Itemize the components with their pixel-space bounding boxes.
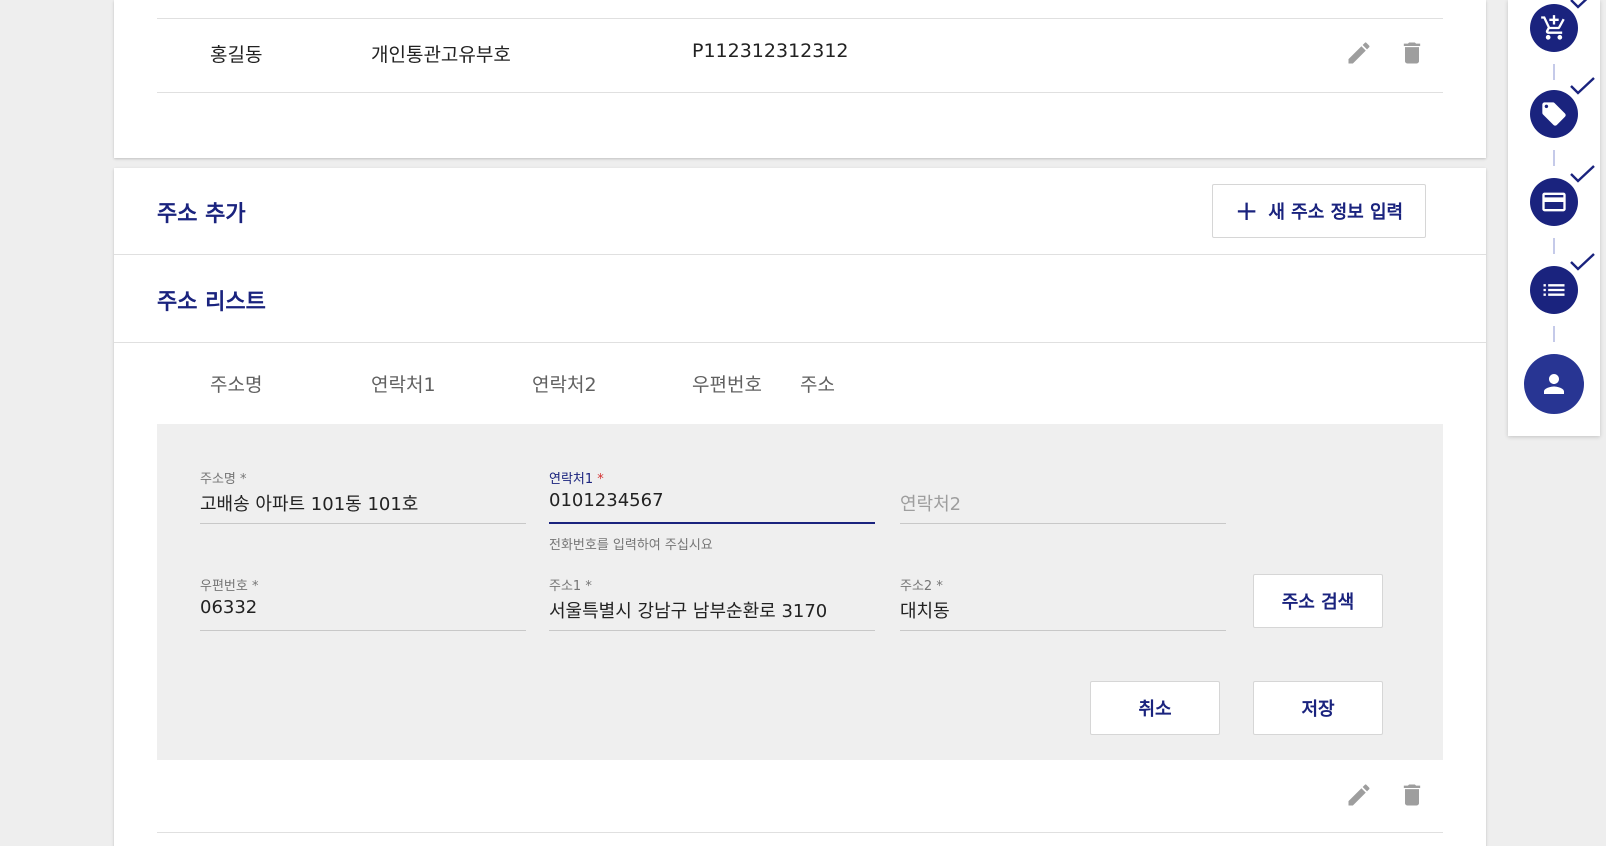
step-tag[interactable] [1530,77,1595,138]
address1-label: 주소1 * [549,579,592,594]
column-header-address: 주소 [800,374,835,396]
step-connector [1553,150,1555,166]
zipcode-value: 06332 [200,597,258,618]
edit-button[interactable] [1342,36,1376,70]
step-cart[interactable] [1530,0,1588,52]
edit-button[interactable] [1342,778,1376,812]
check-icon [1568,76,1596,96]
address2-value: 대치동 [900,601,950,622]
credit-card-icon [1542,192,1566,212]
delete-button[interactable] [1395,778,1429,812]
cancel-button[interactable]: 취소 [1090,681,1220,735]
section-divider [114,254,1486,255]
person-icon [1544,374,1564,394]
address2-field[interactable]: 주소2 * 대치동 [900,575,1226,631]
check-icon [1568,252,1596,272]
trash-icon [1403,784,1421,806]
address-card: 주소 추가 + 새 주소 정보 입력 주소 리스트 주소명 연락처1 연락처2 … [114,168,1486,846]
address1-value: 서울특별시 강남구 남부순환로 3170 [549,601,828,622]
new-address-button-label: 새 주소 정보 입력 [1268,202,1404,223]
cart-add-icon [1541,15,1565,40]
field-underline [200,630,526,631]
section-divider [114,342,1486,343]
contact1-value: 0101234567 [549,490,664,511]
customs-type-cell: 개인통관고유부호 [371,44,511,66]
table-row-divider [157,18,1443,19]
step-connector [1553,64,1555,80]
contact2-placeholder: 연락처2 [900,494,962,515]
new-address-button[interactable]: + 새 주소 정보 입력 [1212,184,1426,238]
step-list[interactable] [1530,253,1595,314]
step-payment[interactable] [1530,165,1595,226]
zipcode-field[interactable]: 우편번호 * 06332 [200,575,526,631]
field-underline-focused [549,522,875,524]
check-icon [1568,0,1596,10]
field-underline [200,523,526,524]
tag-icon [1542,102,1566,126]
address2-label: 주소2 * [900,579,943,594]
step-connector [1553,238,1555,254]
address-name-field[interactable]: 주소명 * 고배송 아파트 101동 101호 [200,468,526,524]
field-underline [900,523,1226,524]
customs-name-cell: 홍길동 [210,44,263,66]
address-edit-form: 주소명 * 고배송 아파트 101동 101호 연락처1 * 010123456… [157,424,1443,760]
address-list-title: 주소 리스트 [157,290,266,315]
plus-icon: + [1234,194,1259,227]
contact1-field[interactable]: 연락처1 * 0101234567 [549,468,875,524]
column-header-contact2: 연락처2 [532,374,597,396]
progress-stepper [1508,0,1600,436]
contact2-field[interactable]: 연락처2 [900,468,1226,524]
column-header-contact1: 연락처1 [371,374,436,396]
delete-button[interactable] [1395,36,1429,70]
contact1-label: 연락처1 * [549,472,604,487]
customs-number-cell: P112312312312 [692,40,849,62]
address-name-label: 주소명 * [200,472,247,487]
trash-icon [1403,42,1421,64]
address-search-button[interactable]: 주소 검색 [1253,574,1383,628]
address-name-value: 고배송 아파트 101동 101호 [200,494,419,515]
table-row-divider [157,832,1443,833]
check-icon [1568,164,1596,184]
list-icon [1543,284,1565,296]
column-header-address-name: 주소명 [210,374,263,396]
contact1-hint: 전화번호를 입력하여 주십시요 [549,538,713,553]
step-profile[interactable] [1524,354,1584,414]
step-connector [1553,326,1555,342]
column-header-zipcode: 우편번호 [692,374,762,396]
field-underline [900,630,1226,631]
customs-info-card: 홍길동 개인통관고유부호 P112312312312 [114,0,1486,158]
field-underline [549,630,875,631]
add-address-title: 주소 추가 [157,202,246,227]
pencil-icon [1348,42,1370,64]
pencil-icon [1348,784,1370,806]
save-button[interactable]: 저장 [1253,681,1383,735]
table-row-divider [157,92,1443,93]
zipcode-label: 우편번호 * [200,579,259,594]
address1-field[interactable]: 주소1 * 서울특별시 강남구 남부순환로 3170 [549,575,875,631]
